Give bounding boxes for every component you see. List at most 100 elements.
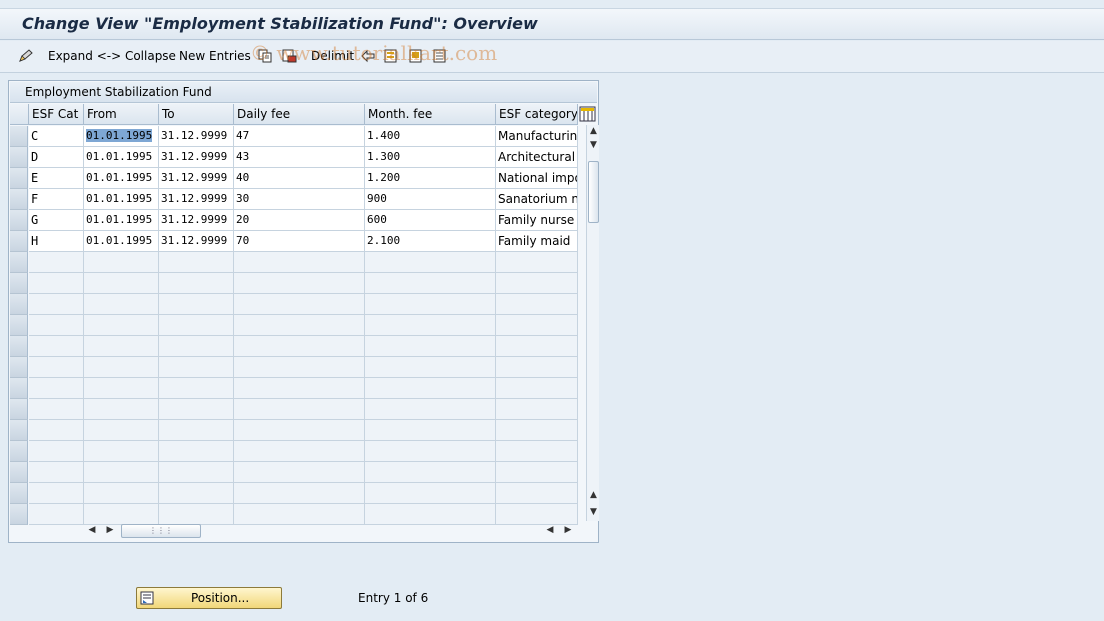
esf-category-text-cell[interactable] [496,420,578,441]
esf-category-text-cell[interactable] [496,252,578,273]
to-date-cell[interactable]: 31.12.9999 [159,210,234,231]
from-date-cell[interactable]: 01.01.1995 [84,231,159,252]
daily-fee-cell[interactable]: 20 [234,210,365,231]
row-selector[interactable] [10,273,28,294]
esf-category-text-cell[interactable] [496,399,578,420]
vertical-scrollbar[interactable]: ▲ ▼ ▲ ▼ [586,125,599,521]
horizontal-scroll-thumb[interactable]: ⋮⋮⋮ [121,524,201,538]
position-button[interactable]: Position... [136,587,282,609]
daily-fee-cell[interactable]: 47 [234,126,365,147]
daily-fee-cell[interactable] [234,420,365,441]
daily-fee-cell[interactable] [234,483,365,504]
esf-category-text-cell[interactable]: Family nurse [496,210,578,231]
from-date-cell[interactable] [84,378,159,399]
from-date-cell[interactable] [84,462,159,483]
monthly-fee-cell[interactable] [365,273,496,294]
esf-cat-cell[interactable] [29,252,84,273]
from-date-cell[interactable] [84,441,159,462]
deselect-all-icon[interactable] [433,49,448,63]
esf-cat-cell[interactable] [29,483,84,504]
row-selector[interactable] [10,231,28,252]
esf-category-text-cell[interactable] [496,294,578,315]
daily-fee-cell[interactable] [234,315,365,336]
from-date-cell[interactable] [84,273,159,294]
from-date-cell[interactable]: 01.01.1995 [84,126,159,147]
esf-category-text-cell[interactable] [496,378,578,399]
esf-category-text-cell[interactable] [496,441,578,462]
monthly-fee-cell[interactable] [365,441,496,462]
daily-fee-cell[interactable] [234,441,365,462]
column-header-from[interactable]: From [84,104,159,125]
select-block-icon[interactable] [409,49,424,63]
esf-cat-cell[interactable]: C [29,126,84,147]
monthly-fee-cell[interactable]: 1.200 [365,168,496,189]
esf-category-text-cell[interactable] [496,462,578,483]
daily-fee-cell[interactable] [234,399,365,420]
to-date-cell[interactable] [159,399,234,420]
daily-fee-cell[interactable] [234,336,365,357]
from-date-cell[interactable]: 01.01.1995 [84,189,159,210]
esf-category-text-cell[interactable] [496,357,578,378]
edit-pencil-icon[interactable] [18,49,33,63]
select-all-rows-header[interactable] [10,104,29,125]
copy-icon[interactable] [258,49,273,63]
from-date-cell[interactable] [84,252,159,273]
monthly-fee-cell[interactable]: 600 [365,210,496,231]
to-date-cell[interactable] [159,504,234,525]
daily-fee-cell[interactable] [234,378,365,399]
daily-fee-cell[interactable] [234,462,365,483]
row-selector[interactable] [10,210,28,231]
monthly-fee-cell[interactable]: 2.100 [365,231,496,252]
to-date-cell[interactable] [159,378,234,399]
esf-category-text-cell[interactable] [496,336,578,357]
daily-fee-cell[interactable] [234,357,365,378]
esf-category-text-cell[interactable]: Sanatorium nur [496,189,578,210]
esf-cat-cell[interactable] [29,336,84,357]
esf-cat-cell[interactable]: G [29,210,84,231]
row-selector[interactable] [10,504,28,525]
from-date-cell[interactable] [84,420,159,441]
to-date-cell[interactable]: 31.12.9999 [159,189,234,210]
esf-category-text-cell[interactable]: Family maid [496,231,578,252]
row-selector[interactable] [10,462,28,483]
row-selector[interactable] [10,168,28,189]
column-header-daily-fee[interactable]: Daily fee [234,104,365,125]
from-date-cell[interactable] [84,483,159,504]
to-date-cell[interactable]: 31.12.9999 [159,231,234,252]
monthly-fee-cell[interactable]: 1.400 [365,126,496,147]
from-date-cell[interactable] [84,294,159,315]
from-date-cell[interactable] [84,399,159,420]
esf-cat-cell[interactable] [29,399,84,420]
to-date-cell[interactable] [159,315,234,336]
esf-category-text-cell[interactable] [496,483,578,504]
esf-cat-cell[interactable] [29,294,84,315]
row-selector[interactable] [10,420,28,441]
to-date-cell[interactable]: 31.12.9999 [159,168,234,189]
monthly-fee-cell[interactable] [365,294,496,315]
row-selector[interactable] [10,126,28,147]
row-selector[interactable] [10,441,28,462]
to-date-cell[interactable] [159,441,234,462]
scroll-right-end-icon[interactable]: ▶ [562,523,574,538]
daily-fee-cell[interactable]: 70 [234,231,365,252]
monthly-fee-cell[interactable] [365,378,496,399]
from-date-cell[interactable] [84,315,159,336]
to-date-cell[interactable] [159,357,234,378]
row-selector[interactable] [10,294,28,315]
esf-cat-cell[interactable] [29,462,84,483]
scroll-down-icon[interactable]: ▼ [587,506,600,519]
undo-change-icon[interactable] [361,49,376,63]
to-date-cell[interactable] [159,483,234,504]
esf-cat-cell[interactable] [29,273,84,294]
scroll-left-icon[interactable]: ◀ [86,523,98,538]
to-date-cell[interactable] [159,252,234,273]
scroll-up-icon[interactable]: ▲ [587,125,600,138]
from-date-cell[interactable] [84,336,159,357]
esf-cat-cell[interactable] [29,441,84,462]
row-selector[interactable] [10,315,28,336]
monthly-fee-cell[interactable] [365,504,496,525]
monthly-fee-cell[interactable] [365,357,496,378]
row-selector[interactable] [10,252,28,273]
daily-fee-cell[interactable] [234,252,365,273]
daily-fee-cell[interactable]: 43 [234,147,365,168]
